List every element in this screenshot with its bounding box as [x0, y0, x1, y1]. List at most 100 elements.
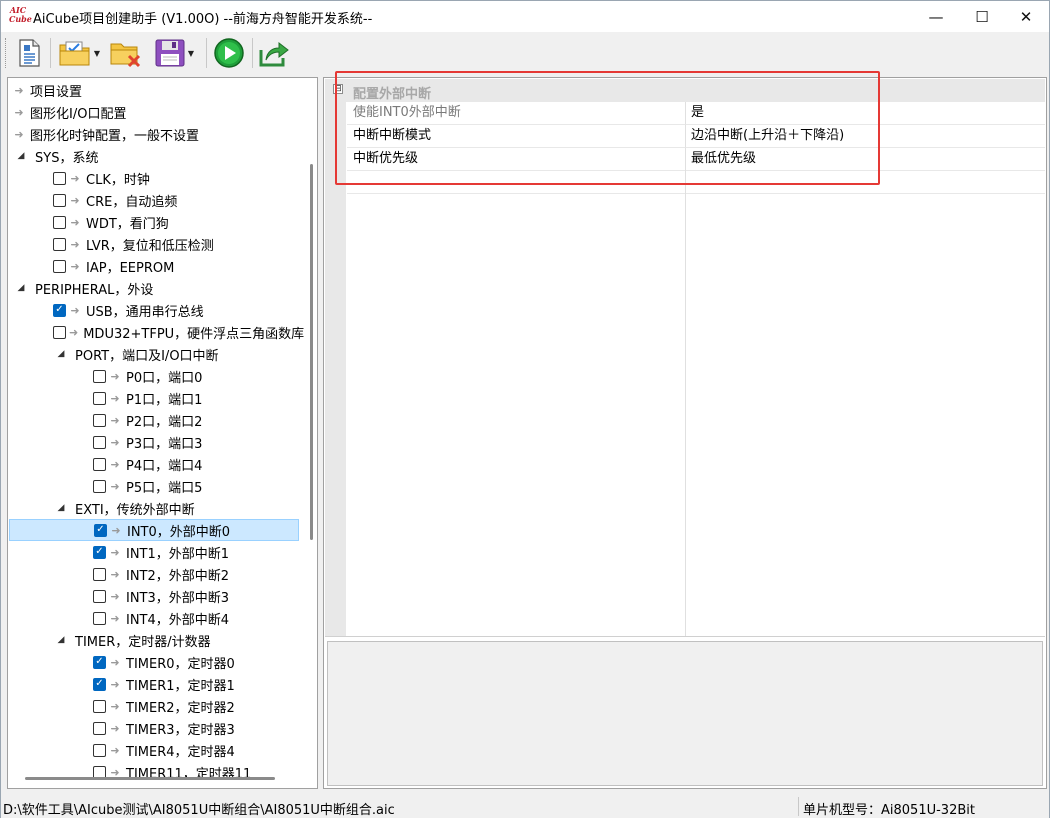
arrow-right-icon: ➜ [110, 699, 120, 713]
tree-item-checkbox[interactable] [53, 171, 66, 185]
close-button[interactable]: ✕ [1003, 1, 1049, 32]
tree-item[interactable]: ➜ INT0，外部中断0 [9, 519, 299, 541]
tree-item-checkbox[interactable] [53, 259, 66, 273]
scroll-thumb[interactable] [310, 164, 313, 540]
tree-item-checkbox[interactable] [93, 611, 106, 625]
property-value[interactable]: 是 [685, 102, 1045, 125]
minimize-button[interactable]: — [913, 1, 959, 32]
expand-collapse-icon[interactable]: ◢ [15, 283, 27, 293]
tree-item[interactable]: ➜ TIMER0，定时器0 [9, 651, 299, 673]
tree-item[interactable]: ➜ P4口，端口4 [9, 453, 299, 475]
tree-item-checkbox[interactable] [93, 413, 106, 427]
tree-item[interactable]: ➜ INT1，外部中断1 [9, 541, 299, 563]
tree-item[interactable]: ➜ INT2，外部中断2 [9, 563, 299, 585]
close-project-button[interactable] [108, 37, 144, 69]
tree-item-checkbox[interactable] [93, 369, 106, 383]
tree-item[interactable]: ➜ 项目设置 [9, 79, 299, 101]
dropdown-arrow-icon[interactable]: ▼ [94, 49, 100, 58]
tree-item-checkbox[interactable] [93, 567, 106, 581]
tree-item[interactable]: ➜ P1口，端口1 [9, 387, 299, 409]
tree-item[interactable]: ➜ P2口，端口2 [9, 409, 299, 431]
run-button[interactable] [211, 37, 247, 69]
tree-item-checkbox[interactable] [93, 743, 106, 757]
tree-item-checkbox[interactable] [93, 677, 106, 691]
tree-item-label: P1口，端口1 [126, 392, 203, 408]
export-button[interactable] [256, 37, 292, 69]
tree-item-checkbox[interactable] [93, 699, 106, 713]
tree-item-label: INT0，外部中断0 [127, 524, 231, 540]
property-row[interactable]: 使能INT0外部中断是 [325, 102, 1045, 125]
property-row[interactable]: 中断优先级 最低优先级 [325, 148, 1045, 171]
tree-item[interactable]: ◢ SYS，系统 [9, 145, 299, 167]
tree-item[interactable]: ➜ IAP，EEPROM [9, 255, 299, 277]
tree-item-checkbox[interactable] [93, 435, 106, 449]
property-value[interactable]: 最低优先级 [685, 148, 1045, 171]
tree-vertical-scrollbar[interactable] [306, 78, 317, 768]
new-document-button[interactable] [13, 37, 45, 69]
tree-item[interactable]: ➜ TIMER1，定时器1 [9, 673, 299, 695]
expand-collapse-icon[interactable]: ◢ [15, 151, 27, 161]
open-project-button[interactable]: ▼ [54, 37, 104, 69]
tree-item[interactable]: ➜ TIMER2，定时器2 [9, 695, 299, 717]
tree-item-checkbox[interactable] [53, 237, 66, 251]
tree-item[interactable]: ➜ MDU32+TFPU，硬件浮点三角函数库 [9, 321, 304, 343]
property-value[interactable] [685, 171, 1045, 194]
tree-item-checkbox[interactable] [93, 655, 106, 669]
maximize-button[interactable]: ☐ [959, 1, 1005, 32]
expand-collapse-icon[interactable]: ◢ [55, 503, 67, 513]
tree-item-checkbox[interactable] [93, 457, 106, 471]
tree-item[interactable]: ➜ INT3，外部中断3 [9, 585, 299, 607]
tree-item[interactable]: ➜ USB，通用串行总线 [9, 299, 299, 321]
toolbar-separator [50, 38, 51, 68]
tree-item[interactable]: ◢ TIMER，定时器/计数器 [9, 629, 299, 651]
title-bar: AIC Cube AiCube项目创建助手 (V1.00O) --前海方舟智能开… [1, 1, 1049, 32]
tree-item-checkbox[interactable] [93, 391, 106, 405]
tree-item-label: IAP，EEPROM [86, 260, 175, 276]
tree-item-checkbox[interactable] [53, 215, 66, 229]
tree-item-label: CRE，自动追频 [86, 194, 178, 210]
tree-item[interactable]: ➜ TIMER3，定时器3 [9, 717, 299, 739]
tree-item-checkbox[interactable] [93, 721, 106, 735]
tree-item[interactable]: ◢ PORT，端口及I/O口中断 [9, 343, 299, 365]
tree-item-checkbox[interactable] [93, 545, 106, 559]
collapse-icon[interactable]: ⊟ [333, 84, 343, 94]
tree-item-label: TIMER3，定时器3 [126, 722, 235, 738]
tree-item[interactable]: ◢ PERIPHERAL，外设 [9, 277, 299, 299]
dropdown-arrow-icon[interactable]: ▼ [188, 49, 194, 58]
save-project-button[interactable]: ▼ [149, 37, 199, 69]
tree-item-checkbox[interactable] [93, 589, 106, 603]
property-value[interactable]: 边沿中断(上升沿＋下降沿) [685, 125, 1045, 148]
arrow-right-icon: ➜ [14, 127, 24, 141]
tree-horizontal-scrollbar[interactable] [8, 769, 306, 788]
tree-item[interactable]: ➜ LVR，复位和低压检测 [9, 233, 299, 255]
property-column-divider[interactable] [685, 170, 686, 637]
toolbar-grip[interactable] [5, 38, 8, 68]
open-folder-icon [59, 41, 90, 66]
tree-item[interactable]: ➜ P3口，端口3 [9, 431, 299, 453]
scroll-thumb[interactable] [25, 777, 275, 780]
tree-item[interactable]: ➜ WDT，看门狗 [9, 211, 299, 233]
tree-item[interactable]: ➜ 图形化时钟配置，一般不设置 [9, 123, 299, 145]
tree-item[interactable]: ➜ INT4，外部中断4 [9, 607, 299, 629]
tree-item-checkbox[interactable] [53, 193, 66, 207]
tree-item-checkbox[interactable] [53, 325, 66, 339]
tree-item[interactable]: ➜ CRE，自动追频 [9, 189, 299, 211]
tree-item-checkbox[interactable] [53, 303, 66, 317]
expand-collapse-icon[interactable]: ◢ [55, 349, 67, 359]
tree-item-label: PERIPHERAL，外设 [35, 282, 154, 298]
tree-item[interactable]: ➜ P5口，端口5 [9, 475, 299, 497]
tree-item-checkbox[interactable] [94, 523, 107, 537]
arrow-right-icon: ➜ [110, 545, 120, 559]
expand-collapse-icon[interactable]: ◢ [55, 635, 67, 645]
tree-item[interactable]: ➜ 图形化I/O口配置 [9, 101, 299, 123]
tree-item[interactable]: ➜ TIMER4，定时器4 [9, 739, 299, 761]
tree-item-label: TIMER，定时器/计数器 [75, 634, 211, 650]
tree-item-label: EXTI，传统外部中断 [75, 502, 195, 518]
tree-item[interactable]: ➜ P0口，端口0 [9, 365, 299, 387]
property-category-header[interactable]: ⊟ 配置外部中断 [325, 79, 1045, 102]
tree-item[interactable]: ◢ EXTI，传统外部中断 [9, 497, 299, 519]
tree-item-checkbox[interactable] [93, 479, 106, 493]
tree-item[interactable]: ➜ CLK，时钟 [9, 167, 299, 189]
property-row[interactable]: 中断中断模式 边沿中断(上升沿＋下降沿) [325, 125, 1045, 148]
project-tree[interactable]: ➜ 项目设置 ➜ 图形化I/O口配置 ➜ 图形化时钟配置，一般不设置 ◢ SYS，系统 ➜ CLK… [7, 77, 318, 789]
